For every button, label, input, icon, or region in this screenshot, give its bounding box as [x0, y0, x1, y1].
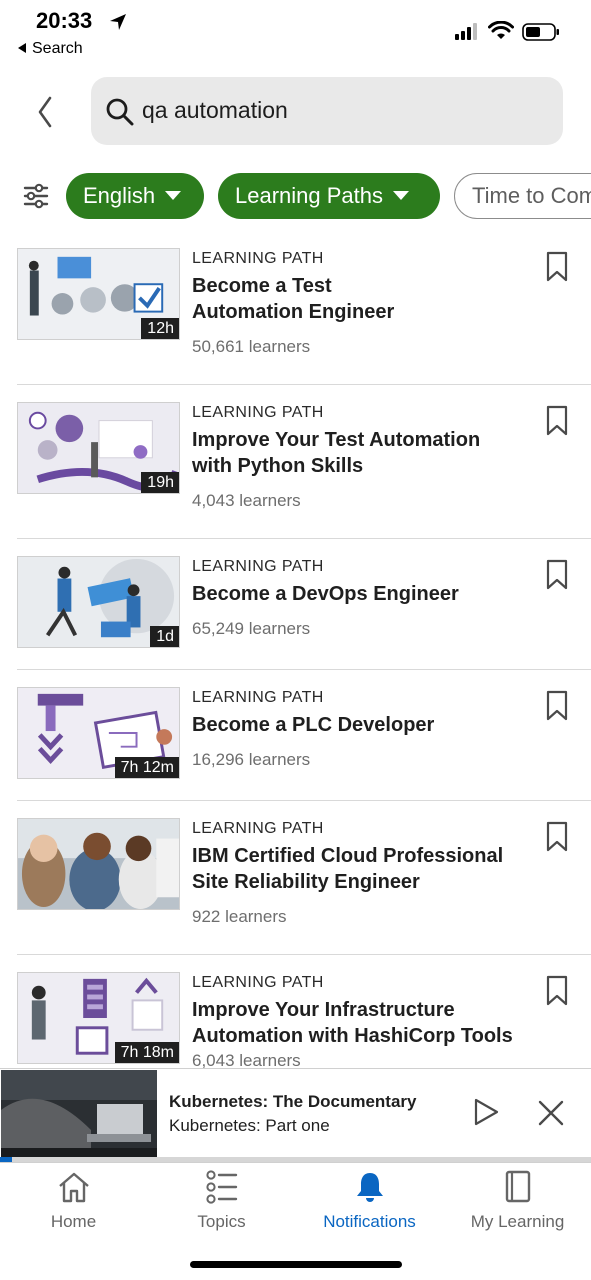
topics-list-icon [205, 1170, 237, 1204]
back-chevron-icon[interactable] [30, 92, 62, 132]
bookmark-icon[interactable] [545, 975, 569, 1007]
content-type-label: LEARNING PATH [192, 974, 324, 991]
bookmark-icon[interactable] [545, 405, 569, 437]
search-input[interactable]: qa automation [91, 77, 563, 145]
tab-home[interactable]: Home [0, 1169, 147, 1239]
mini-player-thumbnail [1, 1070, 157, 1158]
divider [17, 538, 591, 539]
title-line: Automation with HashiCorp Tools [192, 1025, 513, 1047]
duration-badge: 1d [150, 626, 179, 647]
search-icon [106, 98, 134, 126]
duration-badge: 19h [141, 472, 179, 493]
result-thumbnail: 7h 18m [17, 972, 180, 1064]
result-thumbnail: 1d [17, 556, 180, 648]
result-title[interactable]: Become a Test Automation Engineer [192, 273, 532, 325]
cellular-signal-icon [455, 23, 477, 40]
battery-icon [522, 23, 559, 41]
home-indicator [190, 1261, 402, 1268]
learner-count: 922 learners [192, 907, 287, 926]
status-time: 20:33 [36, 8, 93, 33]
bookmark-icon[interactable] [545, 690, 569, 722]
result-thumbnail [17, 818, 180, 910]
wifi-icon [488, 21, 514, 39]
divider [17, 954, 591, 955]
play-icon[interactable] [472, 1097, 500, 1127]
duration-badge: 7h 18m [114, 1042, 179, 1063]
duration-badge: 7h 12m [114, 757, 179, 778]
home-icon [58, 1172, 89, 1203]
result-title[interactable]: Improve Your Test Automation with Python … [192, 427, 532, 479]
mini-player-subtitle: Kubernetes: Part one [169, 1116, 330, 1135]
mini-player-title: Kubernetes: The Documentary [169, 1092, 417, 1111]
tab-notifications[interactable]: Notifications [296, 1169, 443, 1239]
result-thumbnail: 7h 12m [17, 687, 180, 779]
filter-chip-language-label: English [83, 183, 156, 208]
tab-topics-label: Topics [197, 1212, 246, 1231]
video-frame-image [1, 1070, 157, 1158]
result-title[interactable]: Become a PLC Developer [192, 712, 532, 738]
search-query-text: qa automation [142, 97, 288, 123]
tab-home-label: Home [50, 1212, 97, 1231]
content-type-label: LEARNING PATH [192, 820, 324, 837]
tab-my-learning[interactable]: My Learning [444, 1169, 591, 1239]
title-line: Become a PLC Developer [192, 714, 435, 736]
filter-chip-content-type[interactable]: Learning Paths [218, 173, 440, 219]
duration-badge: 12h [141, 318, 179, 339]
divider [17, 384, 591, 385]
title-line: Improve Your Infrastructure [192, 999, 455, 1021]
bookmark-icon[interactable] [545, 559, 569, 591]
learner-count: 65,249 learners [192, 619, 311, 638]
title-line: IBM Certified Cloud Professional [192, 845, 504, 867]
book-icon [505, 1170, 530, 1203]
back-to-app-link[interactable]: Search [18, 40, 83, 58]
filter-chip-language[interactable]: English [66, 173, 204, 219]
tab-notifications-label: Notifications [323, 1212, 416, 1231]
content-type-label: LEARNING PATH [192, 689, 324, 706]
result-thumbnail: 12h [17, 248, 180, 340]
content-type-label: LEARNING PATH [192, 558, 324, 575]
content-type-label: LEARNING PATH [192, 404, 324, 421]
bookmark-icon[interactable] [545, 821, 569, 853]
title-line: Site Reliability Engineer [192, 871, 420, 893]
close-icon[interactable] [537, 1099, 565, 1127]
mini-player[interactable]: Kubernetes: The Documentary Kubernetes: … [0, 1068, 591, 1162]
divider [17, 800, 591, 801]
filter-chip-content-type-label: Learning Paths [235, 183, 383, 208]
content-type-label: LEARNING PATH [192, 250, 324, 267]
divider [17, 669, 591, 670]
bell-icon [356, 1173, 383, 1202]
title-line: Automation Engineer [192, 301, 395, 323]
learner-count: 16,296 learners [192, 750, 311, 769]
thumbnail-photo [18, 819, 179, 909]
result-thumbnail: 19h [17, 402, 180, 494]
title-line: Improve Your Test Automation [192, 429, 481, 451]
filter-chip-time-to-complete[interactable]: Time to Complete [454, 173, 591, 219]
filter-sliders-icon[interactable] [22, 183, 50, 209]
title-line: with Python Skills [192, 455, 364, 477]
location-arrow-icon [110, 14, 126, 30]
title-line: Become a Test [192, 275, 332, 297]
filter-chip-time-label: Time to Complete [472, 183, 591, 208]
title-line: Become a DevOps Engineer [192, 583, 459, 605]
status-bar: 20:33 Search [0, 0, 591, 64]
result-title[interactable]: Improve Your Infrastructure Automation wi… [192, 997, 532, 1049]
back-to-app-label: Search [32, 40, 83, 57]
result-title[interactable]: IBM Certified Cloud Professional Site Rel… [192, 843, 532, 895]
learner-count: 4,043 learners [192, 491, 301, 510]
learner-count: 50,661 learners [192, 337, 311, 356]
chevron-down-icon [165, 190, 182, 200]
tab-topics[interactable]: Topics [148, 1169, 295, 1239]
filter-bar: English Learning Paths Time to Complete [0, 172, 591, 220]
tab-my-learning-label: My Learning [470, 1212, 565, 1231]
chevron-down-icon [393, 190, 409, 200]
result-title[interactable]: Become a DevOps Engineer [192, 581, 532, 607]
bookmark-icon[interactable] [545, 251, 569, 283]
